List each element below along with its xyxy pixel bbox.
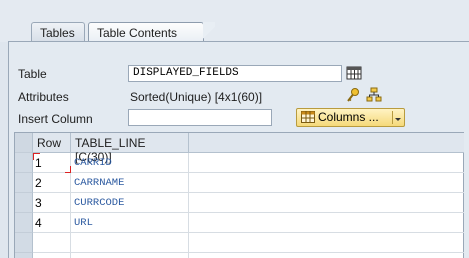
row-number: 2	[33, 173, 71, 193]
select-all-cell[interactable]	[15, 133, 33, 153]
empty-row[interactable]	[33, 253, 464, 258]
cell-value[interactable]: URL	[71, 213, 189, 233]
columns-button-label: Columns ...	[318, 110, 379, 124]
row-selector[interactable]	[15, 153, 33, 173]
row-number: 4	[33, 213, 71, 233]
table-icon[interactable]	[346, 66, 362, 83]
attributes-label: Attributes	[18, 90, 69, 104]
dropdown-arrow-icon[interactable]	[395, 118, 401, 121]
hierarchy-icon[interactable]	[366, 87, 382, 106]
attributes-value: Sorted(Unique) [4x1(60)]	[130, 90, 263, 104]
table-row[interactable]: 4 URL	[33, 213, 464, 233]
row-selector[interactable]	[15, 173, 33, 193]
cell-value[interactable]: CARRID	[71, 153, 189, 173]
empty-row[interactable]	[33, 233, 464, 253]
table-row[interactable]: 3 CURRCODE	[33, 193, 464, 213]
tab-strip: Tables Table Contents	[0, 0, 469, 43]
table-label: Table	[18, 67, 47, 81]
cell-value-empty[interactable]	[71, 233, 189, 253]
table-row[interactable]: 2 CARRNAME	[33, 173, 464, 193]
row-number-empty	[33, 233, 71, 253]
row-selector[interactable]	[15, 253, 33, 258]
cell-value[interactable]: CURRCODE	[71, 193, 189, 213]
table-grid: Row TABLE_LINE [C(30)] 1 CARRID 2 CARRNA…	[14, 132, 464, 258]
key-icon[interactable]	[346, 87, 360, 106]
header-row[interactable]: Row	[33, 133, 71, 153]
row-selector[interactable]	[15, 213, 33, 233]
row-selector[interactable]	[15, 193, 33, 213]
button-separator	[392, 111, 393, 124]
focus-marker	[33, 153, 40, 160]
table-row[interactable]: 1 CARRID	[33, 153, 464, 173]
focus-marker	[65, 166, 71, 173]
row-selector[interactable]	[15, 233, 33, 253]
columns-button[interactable]: Columns ...	[296, 108, 405, 127]
row-number: 3	[33, 193, 71, 213]
tab-table-contents[interactable]: Table Contents	[88, 22, 215, 43]
insert-column-field[interactable]	[128, 109, 272, 126]
row-number-empty	[33, 253, 71, 258]
columns-grid-icon	[301, 111, 315, 126]
grid-header: Row TABLE_LINE [C(30)]	[15, 133, 464, 164]
header-table-line[interactable]: TABLE_LINE [C(30)]	[71, 133, 189, 164]
tab-tables[interactable]: Tables	[31, 22, 85, 42]
table-name-field[interactable]: DISPLAYED_FIELDS	[128, 65, 342, 82]
insert-column-label: Insert Column	[18, 112, 93, 126]
cell-value-empty[interactable]	[71, 253, 189, 258]
cell-value[interactable]: CARRNAME	[71, 173, 189, 193]
